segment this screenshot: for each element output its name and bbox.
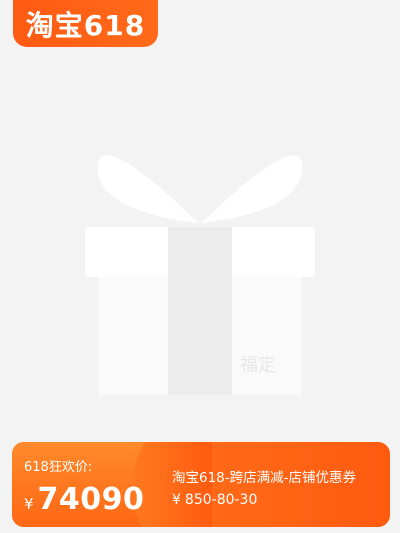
promo-rule-value: 850-80-30 xyxy=(184,492,258,508)
promo-info: 淘宝618-跨店满减-店铺优惠券 ¥ 850-80-30 xyxy=(172,442,390,527)
gift-ribbon xyxy=(168,227,232,395)
brand-logo-text: 淘宝618 xyxy=(25,8,146,42)
product-image-frame: 淘宝618 福定 618狂欢价: ¥ 74090 淘宝618-跨店满减-店铺优惠… xyxy=(0,0,400,533)
gift-bow-right xyxy=(202,155,303,223)
brand-badge: 淘宝618 xyxy=(13,0,158,47)
price-currency: ¥ xyxy=(24,495,34,513)
gift-bow-left xyxy=(97,155,198,223)
promo-title: 淘宝618-跨店满减-店铺优惠券 xyxy=(172,470,357,486)
price-value: 74090 xyxy=(37,482,145,517)
price-label: 618狂欢价: xyxy=(24,460,93,475)
gift-stamp-text: 福定 xyxy=(240,355,276,376)
promo-bar: 618狂欢价: ¥ 74090 淘宝618-跨店满减-店铺优惠券 ¥ 850-8… xyxy=(12,442,390,527)
promo-rule-currency: ¥ xyxy=(172,492,181,508)
price-row: ¥ 74090 xyxy=(24,482,144,517)
gift-placeholder-icon: 福定 xyxy=(85,155,315,395)
promo-rule: ¥ 850-80-30 xyxy=(172,492,257,508)
